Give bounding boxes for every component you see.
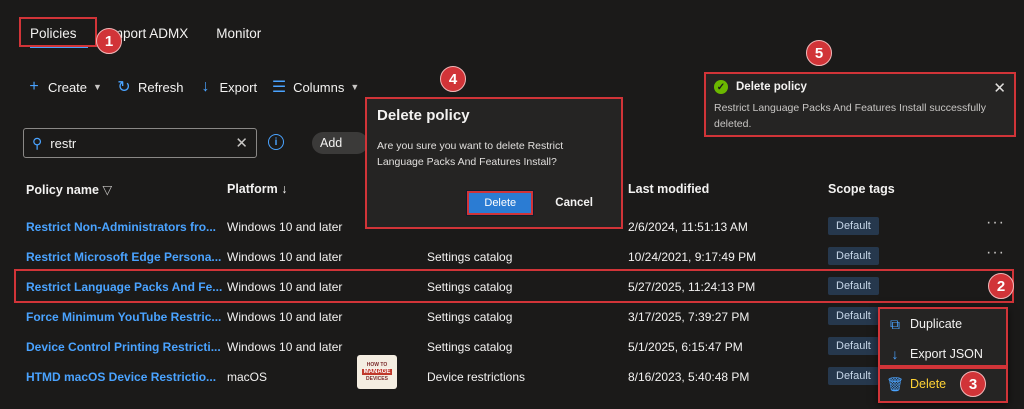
- download-icon: ↓: [201, 78, 210, 95]
- step-badge-4: 4: [440, 66, 466, 92]
- notification-message: Restrict Language Packs And Features Ins…: [714, 102, 986, 130]
- table-row: HTMD macOS Device Restrictio... macOS De…: [0, 362, 1024, 392]
- modified-cell: 8/16/2023, 5:40:48 PM: [628, 370, 750, 384]
- modified-cell: 2/6/2024, 11:51:13 AM: [628, 220, 748, 234]
- tab-monitor[interactable]: Monitor: [206, 18, 271, 48]
- filter-icon: ▽: [102, 183, 113, 197]
- more-options-icon[interactable]: ···: [986, 244, 1005, 262]
- columns-label: Columns: [293, 79, 345, 95]
- tab-bar: Policies Import ADMX Monitor: [20, 18, 271, 48]
- duplicate-menu-item[interactable]: ⧉ Duplicate: [880, 309, 1006, 339]
- header-policy-name[interactable]: Policy name ▽: [26, 182, 112, 197]
- dialog-message: Are you sure you want to delete Restrict…: [377, 140, 564, 168]
- platform-cell: Windows 10 and later: [227, 310, 343, 324]
- step-badge-2: 2: [988, 273, 1014, 299]
- dialog-title: Delete policy: [377, 107, 470, 124]
- platform-cell: Windows 10 and later: [227, 250, 343, 264]
- type-cell: Settings catalog: [427, 280, 513, 294]
- search-value: restr: [50, 135, 77, 151]
- type-cell: Settings catalog: [427, 250, 513, 264]
- modified-cell: 3/17/2025, 7:39:27 PM: [628, 310, 750, 324]
- scope-tag-badge: Default: [828, 337, 879, 355]
- step-badge-3: 3: [960, 371, 986, 397]
- columns-button[interactable]: ☰ Columns ▼: [271, 77, 359, 97]
- refresh-label: Refresh: [137, 79, 184, 95]
- platform-cell: Windows 10 and later: [227, 340, 343, 354]
- create-button[interactable]: + Create ▼: [26, 78, 102, 96]
- delete-menu-item[interactable]: 🗑 Delete: [880, 369, 1006, 399]
- modified-cell: 5/27/2025, 11:24:13 PM: [628, 280, 756, 294]
- header-last-modified[interactable]: Last modified: [628, 182, 709, 196]
- step-badge-5: 5: [806, 40, 832, 66]
- export-button[interactable]: ↓ Export: [197, 78, 257, 96]
- plus-icon: +: [29, 78, 39, 95]
- create-label: Create: [48, 79, 88, 95]
- columns-icon: ☰: [271, 79, 287, 96]
- scope-tag-badge: Default: [828, 217, 879, 235]
- cancel-button[interactable]: Cancel: [555, 197, 593, 209]
- copy-icon: ⧉: [890, 315, 900, 332]
- chevron-down-icon: ▼: [350, 82, 360, 92]
- type-cell: Settings catalog: [427, 310, 513, 324]
- scope-tag-badge: Default: [828, 247, 879, 265]
- export-json-menu-item[interactable]: ↓ Export JSON: [880, 339, 1006, 369]
- add-filter-button[interactable]: Add: [312, 132, 368, 154]
- notification-title: Delete policy: [736, 81, 807, 93]
- platform-cell: Windows 10 and later: [227, 220, 343, 234]
- chevron-down-icon: ▼: [93, 82, 102, 92]
- step-badge-1: 1: [96, 28, 122, 54]
- platform-cell: macOS: [227, 370, 268, 384]
- info-icon[interactable]: i: [268, 134, 284, 150]
- policy-name-link[interactable]: Restrict Non-Administrators fro...: [26, 220, 216, 234]
- add-filter-label: Add: [320, 136, 343, 150]
- type-cell: Device restrictions: [427, 370, 526, 384]
- policy-name-link[interactable]: HTMD macOS Device Restrictio...: [26, 370, 216, 384]
- trash-icon: 🗑: [886, 375, 904, 392]
- header-platform[interactable]: Platform ↓: [227, 182, 287, 196]
- menu-group-delete: 🗑 Delete: [878, 367, 1008, 403]
- notification-header: ✓ Delete policy: [714, 80, 1006, 94]
- confirm-delete-button[interactable]: Delete: [466, 190, 535, 216]
- delete-confirm-dialog: Delete policy Are you sure you want to d…: [365, 97, 623, 229]
- success-notification: ✓ Delete policy ✕ Restrict Language Pack…: [704, 72, 1016, 137]
- platform-cell: Windows 10 and later: [227, 280, 343, 294]
- refresh-button[interactable]: ↻ Refresh: [116, 77, 184, 97]
- policy-name-link[interactable]: Restrict Microsoft Edge Persona...: [26, 250, 221, 264]
- refresh-icon: ↻: [117, 79, 131, 96]
- check-circle-icon: ✓: [714, 80, 728, 94]
- type-cell: Settings catalog: [427, 340, 513, 354]
- how-to-manage-devices-logo: HOW TO MANAGE DEVICES: [357, 355, 397, 389]
- scope-tag-badge: Default: [828, 367, 879, 385]
- more-options-icon[interactable]: ···: [986, 214, 1005, 232]
- modified-cell: 5/1/2025, 6:15:47 PM: [628, 340, 743, 354]
- context-menu: ⧉ Duplicate ↓ Export JSON 🗑 Delete: [878, 307, 1008, 403]
- table-row-selected: Restrict Language Packs And Fe... Window…: [0, 272, 1024, 302]
- download-icon: ↓: [891, 346, 899, 362]
- search-input[interactable]: ⚲ restr ✕: [23, 128, 257, 158]
- sort-arrow-icon: ↓: [281, 182, 288, 196]
- search-icon: ⚲: [32, 134, 43, 151]
- table-row: Force Minimum YouTube Restric... Windows…: [0, 302, 1024, 332]
- modified-cell: 10/24/2021, 9:17:49 PM: [628, 250, 757, 264]
- dialog-buttons: Delete Cancel: [466, 190, 593, 216]
- tab-policies[interactable]: Policies: [20, 18, 98, 48]
- scope-tag-badge: Default: [828, 307, 879, 325]
- policy-name-link[interactable]: Restrict Language Packs And Fe...: [26, 280, 222, 294]
- export-label: Export: [219, 79, 258, 95]
- menu-group-top: ⧉ Duplicate ↓ Export JSON: [878, 307, 1008, 367]
- clear-icon[interactable]: ✕: [235, 134, 248, 152]
- table-row: Device Control Printing Restricti... Win…: [0, 332, 1024, 362]
- close-icon[interactable]: ✕: [993, 79, 1006, 97]
- header-scope-tags[interactable]: Scope tags: [828, 182, 895, 196]
- table-row: Restrict Microsoft Edge Persona... Windo…: [0, 242, 1024, 272]
- policy-name-link[interactable]: Device Control Printing Restricti...: [26, 340, 221, 354]
- policy-name-link[interactable]: Force Minimum YouTube Restric...: [26, 310, 221, 324]
- scope-tag-badge: Default: [828, 277, 879, 295]
- toolbar: + Create ▼ ↻ Refresh ↓ Export ☰ Columns …: [26, 76, 373, 98]
